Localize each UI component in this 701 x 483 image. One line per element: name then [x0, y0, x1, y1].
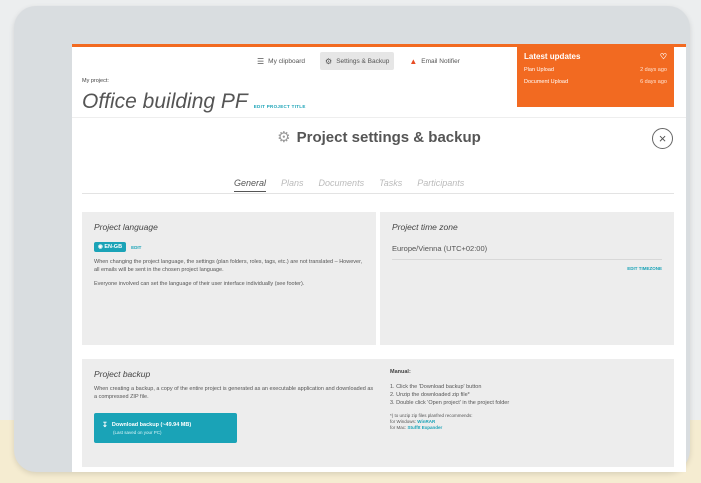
manual-step: 3. Double click 'Open project' in the pr…	[390, 400, 510, 406]
tabs-divider	[82, 193, 674, 194]
gear-icon: ⚙	[325, 56, 333, 66]
tablet-frame: ☰ My clipboard ⚙ Settings & Backup ▲ Ema…	[14, 6, 690, 472]
tab-documents[interactable]: Documents	[319, 178, 365, 192]
notification-bell-icon[interactable]: ♡	[660, 52, 667, 61]
latest-updates-panel[interactable]: Latest updates ♡ Plan Upload 2 days ago …	[517, 47, 674, 107]
update-time: 6 days ago	[640, 79, 667, 85]
manual-heading: Manual:	[390, 369, 411, 375]
backup-heading: Project backup	[94, 369, 151, 379]
update-name: Plan Upload	[524, 67, 554, 73]
nav-clipboard-label: My clipboard	[268, 57, 306, 65]
settings-gear-icon: ⚙	[277, 129, 291, 146]
language-code: EN-GB	[104, 244, 123, 250]
timezone-value: Europe/Vienna (UTC+02:00)	[392, 244, 662, 260]
footnote-windows: for Windows:	[390, 419, 417, 424]
close-button[interactable]: ×	[652, 128, 673, 149]
download-icon: ↧	[102, 422, 108, 429]
project-label: My project:	[82, 78, 109, 84]
clipboard-icon: ☰	[257, 56, 265, 66]
download-button-sublabel: (Last saved on your PC)	[113, 430, 162, 435]
nav-settings[interactable]: ⚙ Settings & Backup	[320, 52, 395, 70]
language-badge[interactable]: ◉ EN-GB	[94, 242, 127, 252]
language-heading: Project language	[94, 222, 158, 232]
project-backup-card: Project backup When creating a backup, a…	[82, 359, 674, 467]
update-item[interactable]: Plan Upload 2 days ago	[524, 67, 667, 73]
nav-clipboard[interactable]: ☰ My clipboard	[252, 52, 310, 70]
bell-icon: ▲	[409, 56, 418, 66]
top-nav: ☰ My clipboard ⚙ Settings & Backup ▲ Ema…	[252, 52, 475, 70]
manual-step: 1. Click the 'Download backup' button	[390, 384, 482, 390]
edit-language-link[interactable]: EDIT	[131, 245, 141, 250]
tab-plans[interactable]: Plans	[281, 178, 304, 192]
manual-step: 2. Unzip the downloaded zip file*	[390, 392, 470, 398]
app-screen: ☰ My clipboard ⚙ Settings & Backup ▲ Ema…	[72, 44, 686, 472]
language-info-text: When changing the project language, the …	[94, 259, 363, 273]
unzip-footnote: *) to unzip zip files planfred recommend…	[390, 413, 660, 431]
update-time: 2 days ago	[640, 67, 667, 73]
tab-general[interactable]: General	[234, 178, 267, 192]
manual-steps: 1. Click the 'Download backup' button 2.…	[390, 383, 660, 407]
settings-tabs: General Plans Documents Tasks Participan…	[234, 178, 479, 192]
backup-info-text: When creating a backup, a copy of the en…	[94, 386, 374, 400]
header-divider	[72, 117, 686, 118]
tab-participants[interactable]: Participants	[417, 178, 464, 192]
update-item[interactable]: Document Upload 6 days ago	[524, 79, 667, 85]
winrar-link[interactable]: WinRAR	[417, 419, 435, 424]
stuffit-link[interactable]: StuffIt Expander	[408, 425, 443, 430]
tab-tasks[interactable]: Tasks	[379, 178, 402, 192]
project-timezone-card: Project time zone Europe/Vienna (UTC+02:…	[380, 212, 674, 345]
footnote-mac: for Mac:	[390, 425, 407, 430]
nav-email-notifier[interactable]: ▲ Email Notifier	[404, 52, 465, 70]
modal-title: Project settings & backup	[296, 128, 481, 146]
updates-title: Latest updates	[524, 52, 581, 61]
project-language-card: Project language ◉ EN-GB EDIT When chang…	[82, 212, 376, 345]
language-info-text-2: Everyone involved can set the language o…	[94, 281, 305, 287]
edit-timezone-link[interactable]: EDIT TIMEZONE	[392, 266, 662, 271]
update-name: Document Upload	[524, 79, 569, 85]
edit-project-title-link[interactable]: EDIT PROJECT TITLE	[254, 104, 306, 109]
nav-email-notifier-label: Email Notifier	[421, 57, 460, 65]
download-button-label: Download backup (~49.94 MB)	[111, 422, 192, 428]
timezone-heading: Project time zone	[392, 222, 458, 232]
close-icon: ×	[658, 131, 667, 146]
project-title: Office building PF	[82, 90, 248, 113]
nav-settings-label: Settings & Backup	[336, 57, 390, 65]
download-backup-button[interactable]: ↧ Download backup (~49.94 MB) (Last save…	[94, 413, 237, 443]
